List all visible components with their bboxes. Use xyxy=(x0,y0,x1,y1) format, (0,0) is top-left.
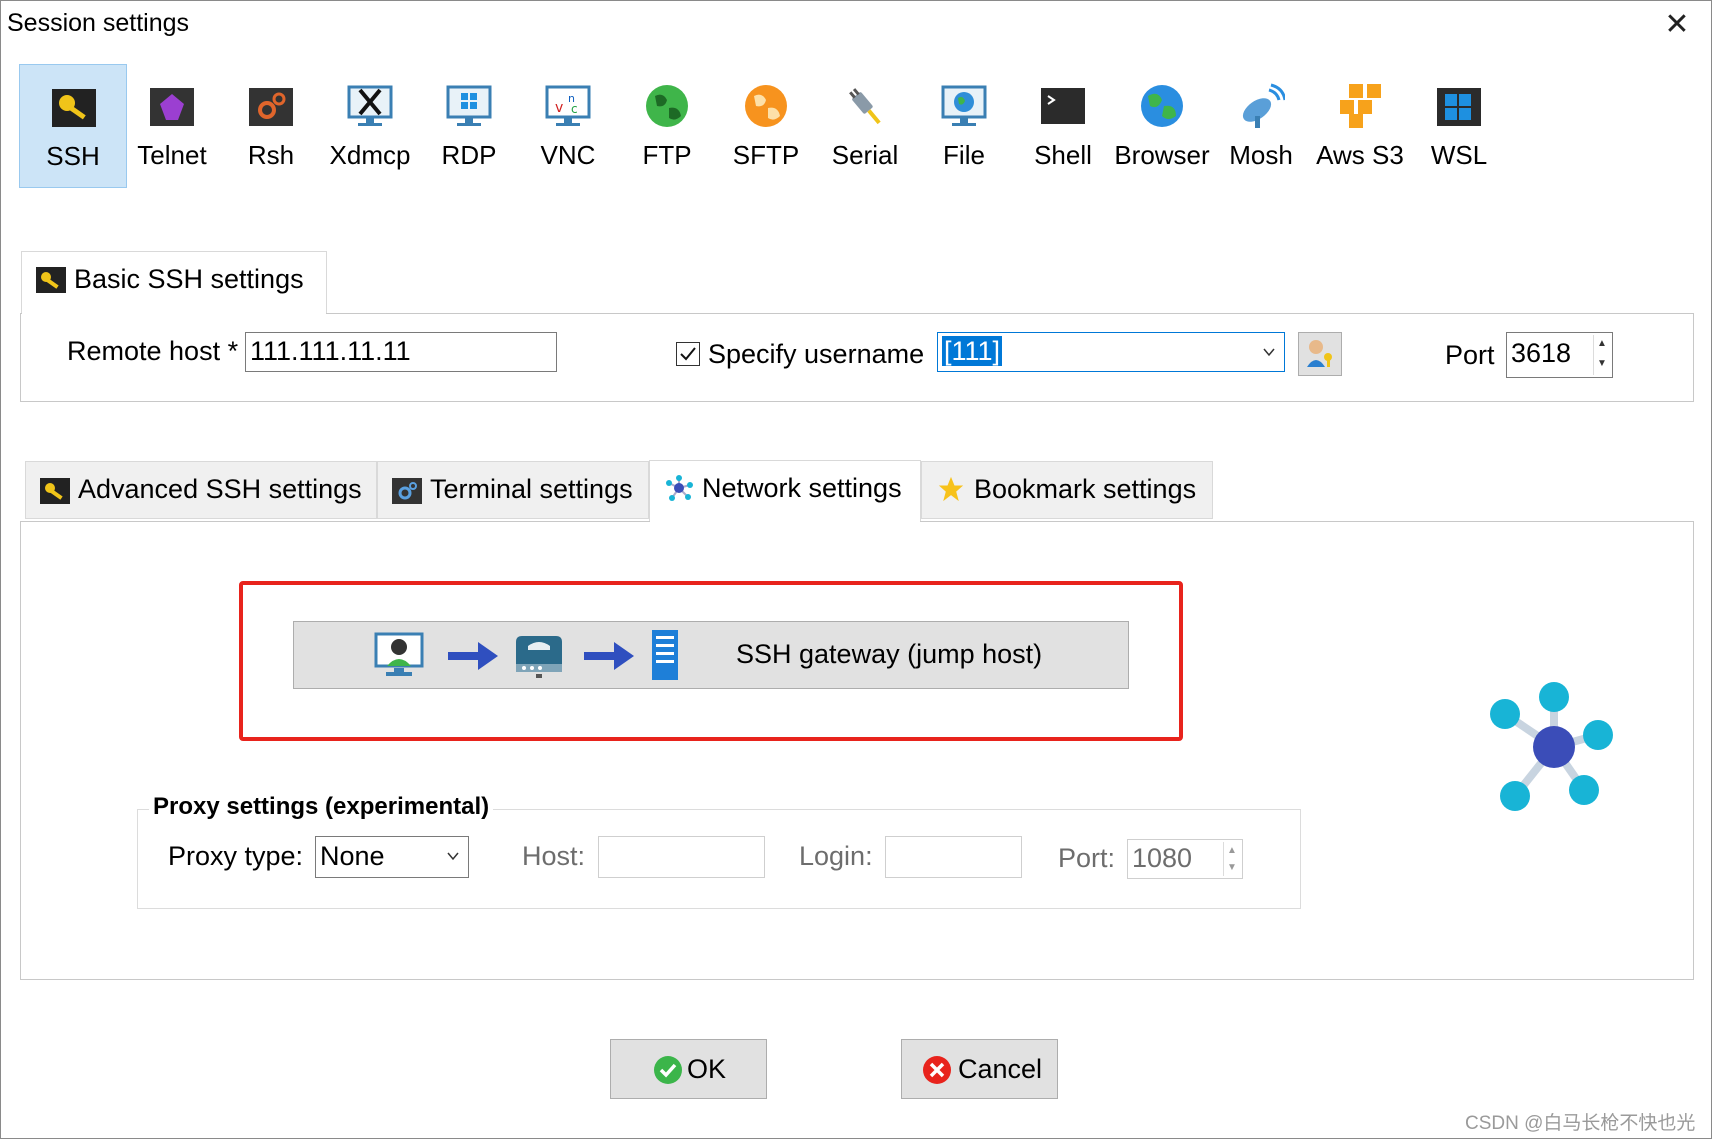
close-icon[interactable]: ✕ xyxy=(1657,7,1697,43)
vnc-monitor-icon: vnc xyxy=(545,85,591,126)
session-type-browser[interactable]: Browser xyxy=(1108,64,1216,188)
proxy-host-input[interactable] xyxy=(598,836,765,878)
telnet-gem-icon xyxy=(150,88,194,126)
specify-username-label: Specify username xyxy=(708,339,925,369)
proxy-login-input[interactable] xyxy=(885,836,1022,878)
key-icon xyxy=(36,267,66,293)
user-manager-button[interactable] xyxy=(1298,332,1342,376)
proxy-settings-title: Proxy settings (experimental) xyxy=(149,793,494,821)
key-icon xyxy=(52,89,96,127)
svg-text:v: v xyxy=(555,100,563,116)
session-type-xdmcp[interactable]: Xdmcp xyxy=(316,64,424,188)
orange-globe-icon xyxy=(745,85,787,127)
terminal-gear-icon xyxy=(392,478,422,504)
check-circle-icon xyxy=(654,1056,682,1084)
proxy-host-label: Host: xyxy=(522,841,586,871)
chevron-down-icon[interactable] xyxy=(1262,345,1276,359)
cancel-label: Cancel xyxy=(958,1054,1043,1084)
tab-bookmark-settings[interactable]: Bookmark settings xyxy=(921,461,1213,519)
cancel-button[interactable]: Cancel xyxy=(901,1039,1058,1099)
annotation-highlight-box xyxy=(239,581,1183,741)
session-type-vnc[interactable]: vnc VNC xyxy=(514,64,622,188)
proxy-port-label: Port: xyxy=(1058,843,1116,873)
gears-icon xyxy=(249,88,293,126)
watermark: CSDN @白马长枪不快也光 xyxy=(1465,1113,1696,1134)
browser-globe-icon xyxy=(1141,85,1183,127)
x-monitor-icon xyxy=(347,85,393,126)
ok-button[interactable]: OK xyxy=(610,1039,767,1099)
session-type-file[interactable]: File xyxy=(910,64,1018,188)
window-title: Session settings xyxy=(7,9,190,37)
terminal-icon xyxy=(1041,88,1085,124)
aws-boxes-icon xyxy=(1340,84,1381,128)
proxy-port-value: 1080 xyxy=(1132,843,1193,873)
session-type-shell[interactable]: Shell xyxy=(1009,64,1117,188)
star-icon xyxy=(938,476,964,502)
specify-username-checkbox[interactable] xyxy=(676,342,700,366)
proxy-type-select[interactable]: None xyxy=(315,836,469,878)
session-type-aws-s3[interactable]: Aws S3 xyxy=(1306,64,1414,188)
windows-logo-icon xyxy=(1437,88,1481,126)
session-type-rdp[interactable]: RDP xyxy=(415,64,523,188)
checkmark-icon xyxy=(680,347,696,361)
session-type-ftp[interactable]: FTP xyxy=(613,64,721,188)
proxy-port-spinner[interactable]: ▲ ▼ xyxy=(1223,842,1240,876)
remote-host-input[interactable]: 111.111.11.11 xyxy=(245,332,557,372)
key-icon xyxy=(40,478,70,504)
username-value: [111] xyxy=(942,336,1003,366)
port-input[interactable]: 3618 ▲ ▼ xyxy=(1506,332,1613,378)
proxy-type-value: None xyxy=(320,841,385,871)
session-type-serial[interactable]: Serial xyxy=(811,64,919,188)
session-type-rsh[interactable]: Rsh xyxy=(217,64,325,188)
tab-advanced-ssh-settings[interactable]: Advanced SSH settings xyxy=(25,461,377,519)
session-type-telnet[interactable]: Telnet xyxy=(118,64,226,188)
port-spinner[interactable]: ▲ ▼ xyxy=(1593,335,1610,375)
svg-text:c: c xyxy=(571,102,578,116)
ok-label: OK xyxy=(687,1054,727,1084)
session-type-wsl[interactable]: WSL xyxy=(1405,64,1513,188)
session-type-sftp[interactable]: SFTP xyxy=(712,64,820,188)
green-globe-icon xyxy=(646,85,688,127)
file-monitor-icon xyxy=(941,85,987,126)
network-icon xyxy=(666,475,693,501)
session-settings-window: Session settings ✕ SSH Telnet Rsh Xdmcp … xyxy=(0,0,1712,1139)
network-icon xyxy=(1490,682,1613,811)
proxy-type-label: Proxy type: xyxy=(168,841,304,871)
port-label: Port xyxy=(1445,340,1495,370)
tab-terminal-settings[interactable]: Terminal settings xyxy=(377,461,649,519)
session-type-ssh[interactable]: SSH xyxy=(19,64,127,188)
user-key-icon xyxy=(1307,340,1332,367)
windows-monitor-icon xyxy=(446,85,492,126)
port-value: 3618 xyxy=(1511,338,1572,368)
session-type-mosh[interactable]: Mosh xyxy=(1207,64,1315,188)
tab-network-settings[interactable]: Network settings xyxy=(649,460,921,522)
proxy-login-label: Login: xyxy=(799,841,873,871)
proxy-port-input[interactable]: 1080 ▲ ▼ xyxy=(1127,839,1243,879)
cancel-circle-icon xyxy=(923,1056,951,1084)
remote-host-label: Remote host * xyxy=(67,336,239,366)
satellite-dish-icon xyxy=(1242,83,1285,128)
tab-basic-ssh-settings[interactable]: Basic SSH settings xyxy=(21,251,327,315)
username-combobox[interactable]: [111] xyxy=(937,332,1285,372)
chevron-down-icon[interactable] xyxy=(446,849,460,863)
plug-icon xyxy=(849,88,881,125)
